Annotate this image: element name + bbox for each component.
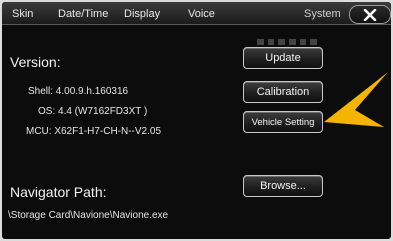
os-version: OS: 4.4 (W7162FD3XT ) xyxy=(38,106,148,117)
close-icon xyxy=(363,8,377,21)
tab-skin[interactable]: Skin xyxy=(12,6,33,22)
calibration-button[interactable]: Calibration xyxy=(243,81,323,103)
mcu-version: MCU: X62F1-H7-CH-N--V2.05 xyxy=(26,126,162,137)
navigator-path-value: \Storage Card\Navione\Navione.exe xyxy=(8,210,169,221)
vehicle-setting-button[interactable]: Vehicle Setting xyxy=(243,111,323,133)
shell-version: Shell: 4.00.9.h.160316 xyxy=(28,86,129,97)
update-button[interactable]: Update xyxy=(243,47,323,69)
tab-date-time[interactable]: Date/Time xyxy=(58,6,108,22)
tab-voice[interactable]: Voice xyxy=(188,6,215,22)
tab-system[interactable]: System xyxy=(304,6,341,22)
navigator-path-title: Navigator Path: xyxy=(10,184,107,200)
browse-button[interactable]: Browse... xyxy=(243,175,323,197)
top-tab-bar: Skin Date/Time Display Voice System xyxy=(2,2,391,25)
pointer-arrow-icon xyxy=(324,72,388,127)
tab-display[interactable]: Display xyxy=(124,6,160,22)
settings-screen: Skin Date/Time Display Voice System Vers… xyxy=(2,2,391,239)
close-button[interactable] xyxy=(349,5,391,24)
version-title: Version: xyxy=(10,54,61,70)
